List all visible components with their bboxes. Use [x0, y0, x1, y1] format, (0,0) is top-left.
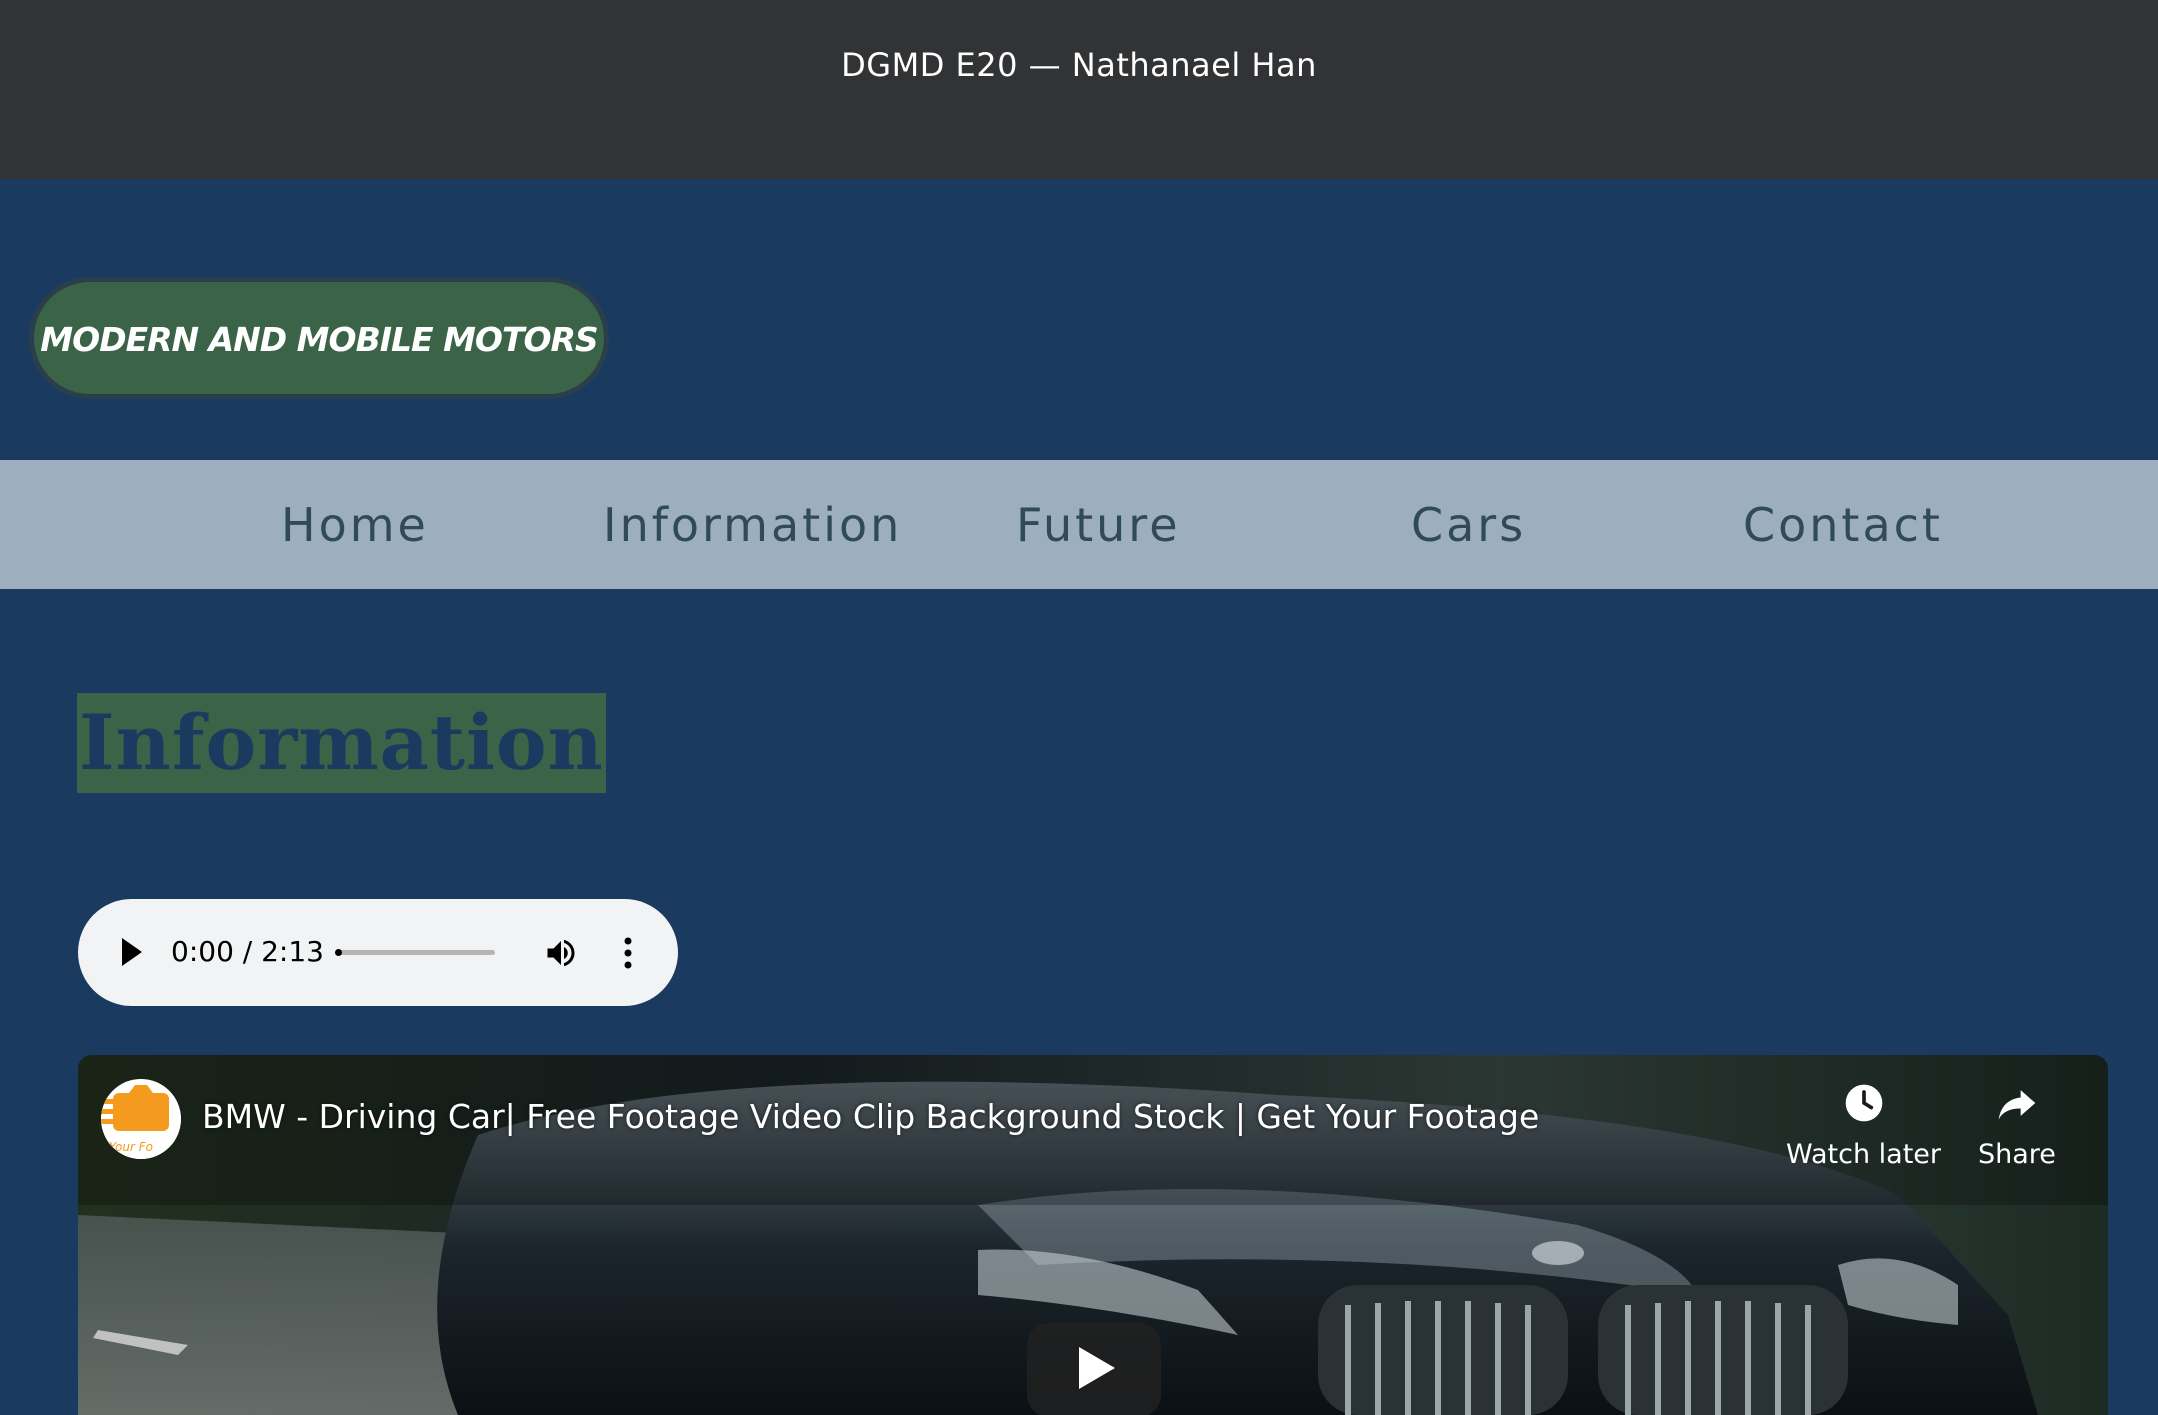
site-logo[interactable]: Modern and Mobile Motors	[29, 277, 609, 399]
nav-item-contact[interactable]: Contact	[1743, 498, 1943, 552]
video-play-button[interactable]	[1027, 1323, 1161, 1415]
more-options-icon[interactable]	[618, 933, 638, 973]
channel-avatar[interactable]: Your Fo	[101, 1079, 181, 1159]
nav-item-information[interactable]: Information	[603, 498, 902, 552]
audio-progress-slider[interactable]	[335, 949, 495, 956]
share-button[interactable]: Share	[1978, 1081, 2056, 1170]
audio-player: 0:00 / 2:13	[78, 899, 678, 1006]
audio-play-button[interactable]	[122, 938, 142, 966]
clock-icon	[1842, 1081, 1886, 1125]
page-title: Information	[77, 693, 606, 793]
audio-progress-thumb[interactable]	[335, 949, 342, 956]
video-title[interactable]: BMW - Driving Car| Free Footage Video Cl…	[202, 1097, 1539, 1136]
main-nav: Home Information Future Cars Contact	[0, 460, 2158, 589]
course-header-bar: DGMD E20 — Nathanael Han	[0, 0, 2158, 179]
watch-later-button[interactable]: Watch later	[1786, 1081, 1941, 1170]
volume-icon[interactable]	[543, 935, 579, 971]
course-title: DGMD E20 — Nathanael Han	[841, 46, 1317, 84]
share-arrow-icon	[1995, 1081, 2039, 1125]
site-logo-text: Modern and Mobile Motors	[40, 320, 598, 359]
main-content: Information 0:00 / 2:13 Your Fo BMW - Dr…	[0, 589, 2158, 1415]
nav-item-home[interactable]: Home	[281, 498, 429, 552]
nav-item-cars[interactable]: Cars	[1411, 498, 1526, 552]
share-label: Share	[1978, 1139, 2056, 1170]
nav-item-future[interactable]: Future	[1016, 498, 1181, 552]
watch-later-label: Watch later	[1786, 1139, 1941, 1170]
audio-time-display: 0:00 / 2:13	[171, 935, 324, 968]
play-icon	[1079, 1347, 1115, 1389]
hero-banner: Modern and Mobile Motors	[0, 179, 2158, 460]
embedded-video[interactable]: Your Fo BMW - Driving Car| Free Footage …	[78, 1055, 2108, 1415]
